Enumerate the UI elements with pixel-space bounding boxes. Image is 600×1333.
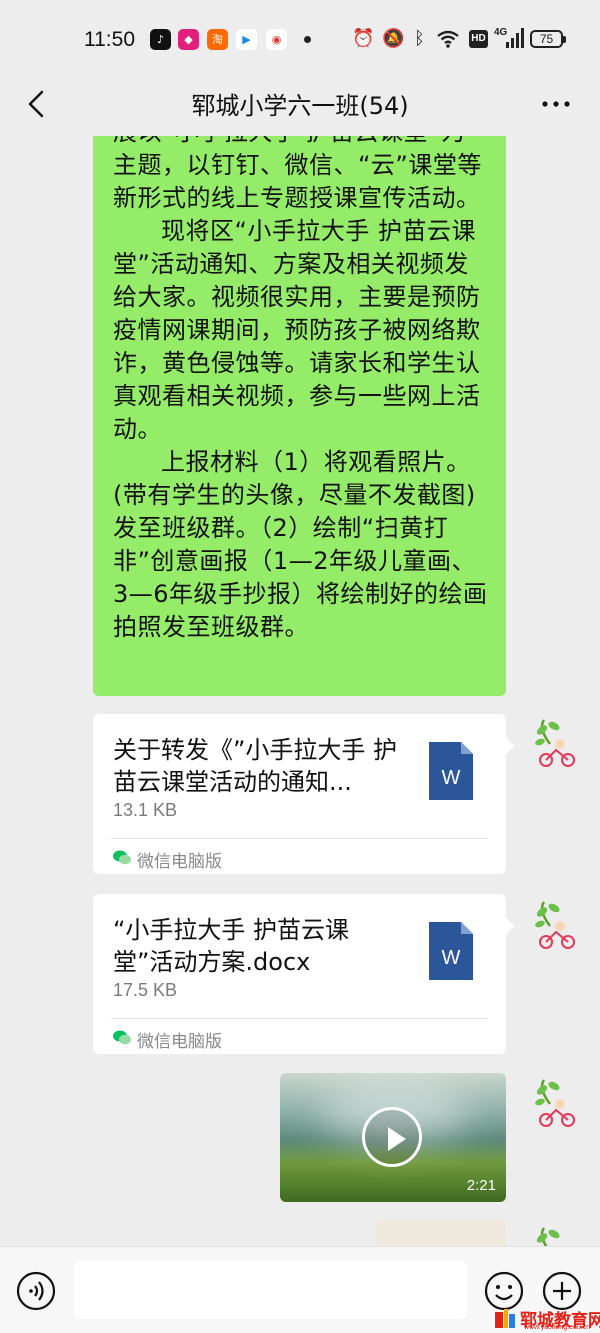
video-app-icon: ▶ [236,29,257,50]
file-size: 13.1 KB [113,800,178,820]
site-watermark: 郓城教育网 www.yucheng.edu.cn [494,1306,600,1333]
more-button[interactable] [538,86,574,122]
chat-header: 郓城小学六一班(54) [0,80,600,128]
signal-icon [506,28,524,48]
text-message-bubble[interactable]: 展以“小手拉大手 护苗云课堂”为主题，以钉钉、微信、“云”课堂等新形式的线上专题… [93,136,506,696]
source-label: 微信电脑版 [137,1032,222,1052]
message-list[interactable]: 展以“小手拉大手 护苗云课堂”为主题，以钉钉、微信、“云”课堂等新形式的线上专题… [0,136,600,1246]
emoji-icon [484,1271,524,1311]
svg-text:W: W [442,947,461,969]
watermark-url: www.yucheng.edu.cn [524,1324,591,1331]
status-bar: 11:50 ♪ ◆ 淘 ▶ ◉ ⏰ 🔕 ᛒ HD 4G 75 [0,0,600,80]
message-paragraph: 上报材料（1）将观看照片。(带有学生的头像，尽量不发截图)发至班级群。（2）绘制… [113,448,488,641]
message-paragraph: 展以“小手拉大手 护苗云课堂”为主题，以钉钉、微信、“云”课堂等新形式的线上专题… [113,136,482,212]
tiktok-app-icon: ♪ [150,29,171,50]
taobao-app-icon: 淘 [207,29,228,50]
voice-button[interactable] [16,1271,56,1311]
avatar[interactable] [524,898,580,954]
avatar[interactable] [524,1076,580,1132]
chat-title: 郓城小学六一班(54) [191,92,409,120]
message-paragraph: 现将区“小手拉大手 护苗云课堂”活动通知、方案及相关视频发给大家。视频很实用，主… [113,217,481,443]
divider [111,1018,488,1019]
divider [111,838,488,839]
shopping-app-icon: ◆ [178,29,199,50]
partial-message-bubble[interactable] [376,1220,506,1246]
site-logo-icon [495,1309,515,1328]
word-document-icon: W [429,742,473,800]
more-dots-icon [542,101,570,107]
alarm-icon: ⏰ [352,28,375,49]
file-message-card[interactable]: 关于转发《”小手拉大手 护苗云课堂活动的通知... 13.1 KB W 微信电脑… [93,714,515,874]
svg-text:W: W [442,767,461,789]
video-message[interactable]: 2:21 [280,1073,506,1202]
word-document-icon: W [429,922,473,980]
file-name: 关于转发《”小手拉大手 护苗云课堂活动的通知... [113,736,398,796]
player-app-icon: ◉ [266,29,287,50]
more-notifications-icon [304,36,311,43]
status-time: 11:50 [84,28,135,51]
voice-icon [16,1271,56,1311]
emoji-button[interactable] [484,1271,524,1311]
wechat-icon [113,850,131,865]
mute-icon: 🔕 [382,28,405,49]
more-functions-button[interactable] [542,1271,582,1311]
file-message-card[interactable]: “小手拉大手 护苗云课堂”活动方案.docx 17.5 KB W 微信电脑版 [93,894,515,1054]
battery-indicator: 75 [530,30,566,48]
source-label: 微信电脑版 [137,852,222,872]
plus-icon [542,1271,582,1311]
hd-badge: HD [469,30,488,48]
file-size: 17.5 KB [113,980,178,1000]
avatar[interactable] [524,716,580,772]
wechat-icon [113,1030,131,1045]
avatar[interactable] [524,1224,580,1246]
file-name: “小手拉大手 护苗云课堂”活动方案.docx [113,916,350,976]
bluetooth-icon: ᛒ [414,28,425,49]
message-input[interactable] [74,1261,467,1319]
play-icon[interactable] [362,1107,422,1167]
video-duration: 2:21 [466,1177,496,1194]
